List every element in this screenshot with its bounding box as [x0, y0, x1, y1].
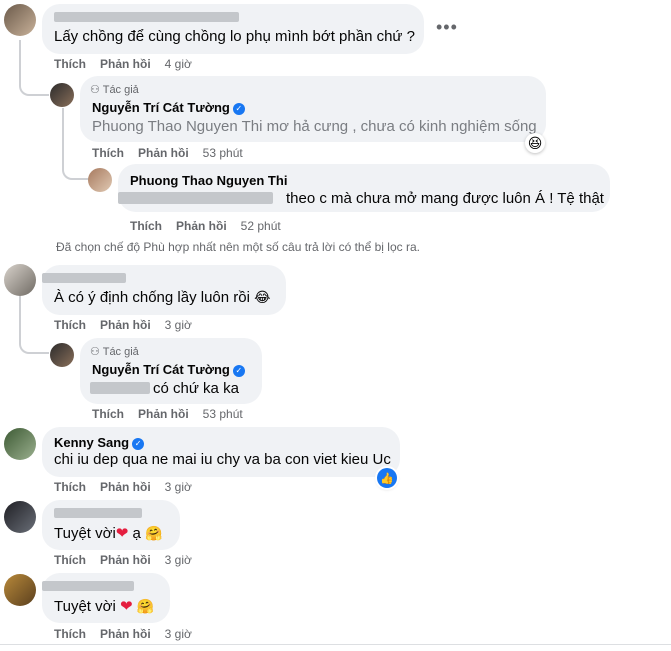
redacted-text — [118, 192, 273, 204]
redacted-name — [42, 273, 126, 283]
commenter-name[interactable]: Kenny Sang ✓ — [54, 435, 145, 450]
comment-text: chi iu dep qua ne mai iu chy va ba con v… — [54, 451, 391, 468]
comment-text: À có ý định chống lầy luôn rồi 😂 — [54, 289, 271, 306]
comment-bubble: À có ý định chống lầy luôn rồi 😂 — [42, 265, 286, 315]
redacted-name — [54, 12, 239, 22]
redacted-name — [54, 508, 142, 518]
bottom-divider — [0, 644, 671, 645]
comment-bubble: ⚇ Tác giả Nguyễn Trí Cát Tường ✓ có chứ k… — [80, 338, 262, 404]
comment-actions: Thích Phản hồi 3 giờ — [54, 627, 206, 641]
thread-connector — [19, 66, 49, 96]
comment-actions: Thích Phản hồi 52 phút — [130, 219, 295, 233]
like-button[interactable]: Thích — [92, 146, 124, 160]
reply-button[interactable]: Phản hồi — [100, 57, 151, 71]
like-reaction-icon[interactable]: 👍 — [377, 468, 397, 488]
reply-button[interactable]: Phản hồi — [100, 480, 151, 494]
timestamp[interactable]: 53 phút — [203, 146, 243, 160]
timestamp[interactable]: 3 giờ — [165, 553, 192, 567]
comment-bubble: Tuyệt vời❤ ạ 🤗 — [42, 500, 180, 550]
reply-button[interactable]: Phản hồi — [176, 219, 227, 233]
comment-actions: Thích Phản hồi 3 giờ — [54, 553, 206, 567]
verified-icon: ✓ — [232, 365, 245, 377]
comment-text: Phuong Thao Nguyen Thi mơ hả cưng , chưa… — [92, 118, 537, 135]
reply-button[interactable]: Phản hồi — [138, 146, 189, 160]
timestamp[interactable]: 3 giờ — [165, 627, 192, 641]
comment-bubble: Kenny Sang ✓ chi iu dep qua ne mai iu chy… — [42, 427, 400, 477]
laughing-emoji-icon: 😂 — [254, 289, 271, 305]
heart-icon: ❤ — [119, 598, 133, 615]
like-button[interactable]: Thích — [54, 627, 86, 641]
avatar[interactable] — [4, 574, 36, 606]
avatar[interactable] — [50, 83, 74, 107]
comment-text: Lấy chồng để cùng chồng lo phụ mình bớt … — [54, 28, 415, 45]
avatar[interactable] — [4, 264, 36, 296]
avatar[interactable] — [4, 501, 36, 533]
comment-bubble: Phuong Thao Nguyen Thi theo c mà chưa mở… — [118, 164, 610, 212]
redacted-text — [90, 382, 150, 394]
thread-connector — [62, 160, 90, 180]
timestamp[interactable]: 4 giờ — [165, 57, 192, 71]
avatar[interactable] — [88, 168, 112, 192]
like-button[interactable]: Thích — [54, 480, 86, 494]
comment-text: có chứ ka ka — [153, 380, 239, 397]
comment-actions: Thích Phản hồi 3 giờ — [54, 318, 206, 332]
hug-emoji-icon: 🤗 — [145, 525, 163, 541]
comment-bubble: Lấy chồng để cùng chồng lo phụ mình bớt … — [42, 4, 424, 54]
comment-text: Tuyệt vời❤ ạ 🤗 — [54, 525, 163, 542]
comment-actions: Thích Phản hồi 53 phút — [92, 407, 257, 421]
like-button[interactable]: Thích — [92, 407, 124, 421]
comment-bubble: ⚇ Tác giả Nguyễn Trí Cát Tường ✓ Phuong T… — [80, 76, 546, 142]
avatar[interactable] — [4, 428, 36, 460]
reply-button[interactable]: Phản hồi — [100, 627, 151, 641]
comment-actions: Thích Phản hồi 3 giờ — [54, 480, 206, 494]
thread-connector — [19, 330, 49, 354]
timestamp[interactable]: 52 phút — [241, 219, 281, 233]
comment-bubble: Tuyệt vời ❤ 🤗 — [42, 573, 170, 623]
filter-notice: Đã chọn chế độ Phù hợp nhất nên một số c… — [56, 240, 420, 254]
like-button[interactable]: Thích — [54, 318, 86, 332]
avatar[interactable] — [4, 4, 36, 36]
comment-actions: Thích Phản hồi 53 phút — [92, 146, 257, 160]
heart-icon: ❤ — [115, 525, 129, 542]
comment-text: Tuyệt vời ❤ 🤗 — [54, 598, 155, 615]
author-badge: ⚇ Tác giả — [90, 84, 139, 96]
like-button[interactable]: Thích — [130, 219, 162, 233]
commenter-name[interactable]: Phuong Thao Nguyen Thi — [130, 173, 287, 188]
reply-button[interactable]: Phản hồi — [138, 407, 189, 421]
like-button[interactable]: Thích — [54, 57, 86, 71]
comment-actions: Thích Phản hồi 4 giờ — [54, 57, 206, 71]
reply-button[interactable]: Phản hồi — [100, 553, 151, 567]
commenter-name[interactable]: Nguyễn Trí Cát Tường ✓ — [92, 362, 245, 377]
haha-reaction-icon[interactable]: 😆 — [525, 133, 545, 153]
verified-icon: ✓ — [232, 103, 245, 115]
redacted-name — [42, 581, 134, 591]
more-options-icon[interactable]: ••• — [436, 17, 458, 38]
verified-icon: ✓ — [132, 438, 145, 450]
avatar[interactable] — [50, 343, 74, 367]
hug-emoji-icon: 🤗 — [136, 598, 155, 614]
comment-text: theo c mà chưa mở mang được luôn Á ! Tệ … — [286, 190, 604, 207]
timestamp[interactable]: 3 giờ — [165, 480, 192, 494]
reply-button[interactable]: Phản hồi — [100, 318, 151, 332]
commenter-name[interactable]: Nguyễn Trí Cát Tường ✓ — [92, 100, 245, 115]
like-button[interactable]: Thích — [54, 553, 86, 567]
timestamp[interactable]: 3 giờ — [165, 318, 192, 332]
thread-line — [62, 108, 64, 168]
timestamp[interactable]: 53 phút — [203, 407, 243, 421]
author-badge: ⚇ Tác giả — [90, 346, 139, 358]
